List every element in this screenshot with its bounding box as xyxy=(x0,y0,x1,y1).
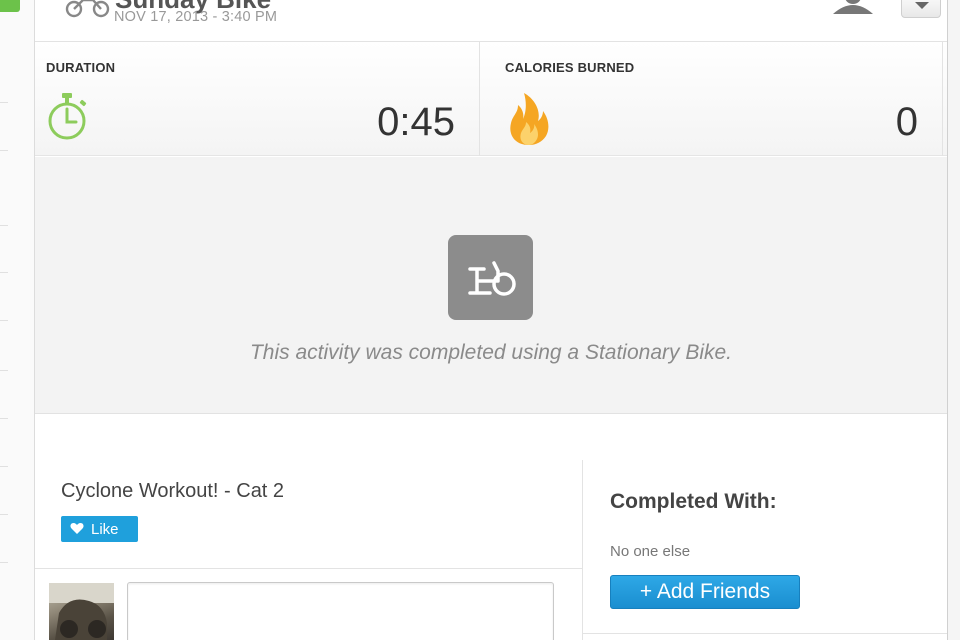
activity-stats: DURATION 0:45 CALORIES BURNED 0 xyxy=(35,42,947,156)
completed-with-heading: Completed With: xyxy=(610,490,777,513)
workout-title: Cyclone Workout! - Cat 2 xyxy=(61,480,285,502)
like-label: Like xyxy=(91,521,119,538)
stopwatch-icon xyxy=(48,93,87,140)
activity-card: Sunday Bike NOV 17, 2013 - 3:40 PM DURAT… xyxy=(35,0,947,640)
calories-label: CALORIES BURNED xyxy=(505,60,635,75)
calories-value: 0 xyxy=(895,100,918,144)
workout-section: Cyclone Workout! - Cat 2 Like xyxy=(35,460,583,640)
left-sidebar-edge xyxy=(0,0,35,640)
sidebar-divider xyxy=(0,225,8,226)
sidebar-divider xyxy=(0,102,8,103)
sidebar-divider xyxy=(0,320,8,321)
stationary-bike-icon xyxy=(448,235,533,320)
equipment-description: This activity was completed using a Stat… xyxy=(249,341,733,364)
bike-icon xyxy=(65,0,110,18)
like-button[interactable]: Like xyxy=(61,516,138,542)
calories-stat: CALORIES BURNED 0 xyxy=(481,42,943,156)
right-edge xyxy=(947,0,960,640)
comment-input[interactable] xyxy=(127,582,554,640)
duration-label: DURATION xyxy=(46,60,116,75)
sidebar-green-tab[interactable] xyxy=(0,0,20,12)
equipment-panel: This activity was completed using a Stat… xyxy=(35,157,947,414)
sidebar-divider xyxy=(0,562,8,563)
heart-icon xyxy=(70,523,84,534)
user-icon[interactable] xyxy=(831,0,875,16)
sidebar-divider xyxy=(0,418,8,419)
sidebar-divider xyxy=(0,370,8,371)
sidebar-divider xyxy=(0,272,8,273)
sidebar-divider xyxy=(0,150,8,151)
flame-icon xyxy=(510,93,549,145)
chevron-down-icon xyxy=(915,2,929,9)
section-divider xyxy=(583,633,947,634)
activity-date: NOV 17, 2013 - 3:40 PM xyxy=(114,9,278,25)
avatar xyxy=(49,583,114,640)
companions-empty-text: No one else xyxy=(610,543,691,560)
activity-header: Sunday Bike NOV 17, 2013 - 3:40 PM xyxy=(35,0,947,42)
companions-section: Completed With: No one else + Add Friend… xyxy=(583,460,947,640)
add-friends-button[interactable]: + Add Friends xyxy=(610,575,800,609)
activity-options-button[interactable] xyxy=(901,0,941,18)
duration-value: 0:45 xyxy=(377,100,455,144)
section-divider xyxy=(35,568,582,569)
sidebar-divider xyxy=(0,514,8,515)
sidebar-divider xyxy=(0,466,8,467)
duration-stat: DURATION 0:45 xyxy=(35,42,480,156)
page: Sunday Bike NOV 17, 2013 - 3:40 PM DURAT… xyxy=(0,0,960,640)
